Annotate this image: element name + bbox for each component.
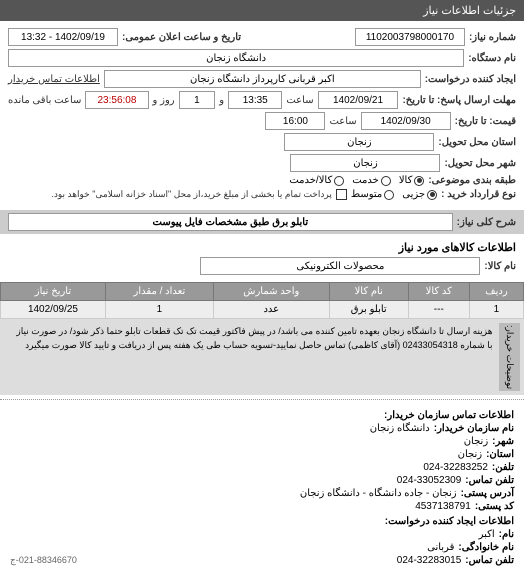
contact-city: زنجان	[464, 436, 488, 447]
creator-name: اکبر	[479, 529, 495, 540]
th-qty: تعداد / مقدار	[105, 283, 213, 301]
request-no-label: شماره نیاز:	[469, 32, 516, 43]
contact-section: اطلاعات تماس سازمان خریدار: نام سازمان خ…	[0, 404, 524, 574]
countdown-label: ساعت باقی مانده	[8, 95, 81, 106]
deadline-label: مهلت ارسال پاسخ: تا تاریخ:	[402, 95, 516, 106]
creator-field[interactable]: اکبر قربانی کارپرداز دانشگاه زنجان	[104, 70, 421, 88]
province-field[interactable]: زنجان	[284, 133, 434, 151]
announce-field[interactable]: 1402/09/19 - 13:32	[8, 28, 118, 46]
contact-postal: 4537138791	[415, 501, 471, 512]
contact-address: زنجان - جاده دانشگاه - دانشگاه زنجان	[300, 488, 457, 499]
request-no-field[interactable]: 1102003798000170	[355, 28, 465, 46]
org-label: نام دستگاه:	[468, 53, 516, 64]
days-remain-field[interactable]: 1	[179, 91, 216, 109]
goods-name-label: نام کالا:	[484, 261, 516, 272]
td-qty: 1	[105, 301, 213, 319]
price-time-field[interactable]: 16:00	[265, 112, 325, 130]
cat-service-label: خدمت	[352, 175, 379, 186]
contract-radio-group: جزیی متوسط	[351, 189, 437, 200]
td-unit: عدد	[213, 301, 329, 319]
announce-label: تاریخ و ساعت اعلان عمومی:	[122, 32, 241, 43]
cat-goods-service-radio[interactable]: کالا/خدمت	[289, 175, 344, 186]
category-radio-group: کالا خدمت کالا/خدمت	[289, 175, 424, 186]
need-title-field[interactable]: تابلو برق طبق مشخصات فایل پیوست	[8, 213, 453, 231]
creator-phone: 024-32283015	[397, 555, 462, 566]
th-no: ردیف	[469, 283, 523, 301]
radio-icon	[384, 190, 394, 200]
cat-goods-service-label: کالا/خدمت	[289, 175, 332, 186]
contact-org-label: نام سازمان خریدار:	[434, 423, 514, 434]
radio-icon	[334, 176, 344, 186]
contact-postal-label: کد پستی:	[475, 501, 514, 512]
contact-province: زنجان	[458, 449, 482, 460]
goods-table: ردیف کد کالا نام کالا واحد شمارش تعداد /…	[0, 282, 524, 319]
description-text: هزینه ارسال تا دانشگاه زنجان بعهده تامین…	[4, 323, 499, 391]
contract-label: نوع قرارداد خرید :	[441, 189, 516, 200]
goods-section-title: اطلاعات کالاهای مورد نیاز	[399, 242, 516, 254]
table-header-row: ردیف کد کالا نام کالا واحد شمارش تعداد /…	[1, 283, 524, 301]
description-label: توضیحات خریدار:	[499, 323, 521, 391]
full-payment-checkbox[interactable]	[336, 189, 347, 200]
creator-phone-label: تلفن تماس:	[465, 555, 514, 566]
contract-minor-label: جزیی	[402, 189, 425, 200]
footer-code: 021-88346670-ج	[10, 555, 77, 566]
th-unit: واحد شمارش	[213, 283, 329, 301]
td-no: 1	[469, 301, 523, 319]
contract-minor-radio[interactable]: جزیی	[402, 189, 437, 200]
buyer-contact-link[interactable]: اطلاعات تماس خریدار	[8, 74, 100, 85]
th-code: کد کالا	[408, 283, 469, 301]
contact-fax-label: تلفن تماس:	[465, 475, 514, 486]
days-remain-label: روز و	[153, 95, 175, 106]
goods-name-field[interactable]: محصولات الکترونیکی	[200, 257, 480, 275]
panel-title: جزئیات اطلاعات نیاز	[423, 5, 516, 17]
contact-province-label: استان:	[486, 449, 514, 460]
need-title-bar: شرح کلی نیاز: تابلو برق طبق مشخصات فایل …	[0, 210, 524, 234]
td-date: 1402/09/25	[1, 301, 106, 319]
deadline-date-field[interactable]: 1402/09/21	[318, 91, 399, 109]
th-name: نام کالا	[329, 283, 408, 301]
contact-phone-label: تلفن:	[492, 462, 514, 473]
cat-service-radio[interactable]: خدمت	[352, 175, 391, 186]
contract-medium-label: متوسط	[351, 189, 382, 200]
contact-section-title: اطلاعات تماس سازمان خریدار:	[10, 410, 514, 421]
need-title-label: شرح کلی نیاز:	[457, 217, 516, 228]
creator-family-label: نام خانوادگی:	[458, 542, 514, 553]
radio-selected-icon	[414, 176, 424, 186]
cat-goods-radio[interactable]: کالا	[399, 175, 425, 186]
category-label: طبقه بندی موضوعی:	[428, 175, 516, 186]
radio-icon	[381, 176, 391, 186]
price-label: قیمت: تا تاریخ:	[455, 116, 516, 127]
contact-org: دانشگاه زنجان	[370, 423, 430, 434]
creator-name-label: نام:	[499, 529, 514, 540]
contact-address-label: آدرس پستی:	[461, 488, 514, 499]
panel-header: جزئیات اطلاعات نیاز	[0, 0, 524, 21]
province-label: استان محل تحویل:	[438, 137, 516, 148]
cat-goods-label: کالا	[399, 175, 413, 186]
description-box: توضیحات خریدار: هزینه ارسال تا دانشگاه ز…	[0, 319, 524, 395]
contact-city-label: شهر:	[492, 436, 514, 447]
countdown-field: 23:56:08	[85, 91, 148, 109]
time-label-1: ساعت	[286, 95, 313, 106]
price-date-field[interactable]: 1402/09/30	[361, 112, 451, 130]
time-label-2: ساعت	[329, 116, 356, 127]
td-code: ---	[408, 301, 469, 319]
creator-label: ایجاد کننده درخواست:	[425, 74, 516, 85]
org-field[interactable]: دانشگاه زنجان	[8, 49, 464, 67]
contract-medium-radio[interactable]: متوسط	[351, 189, 394, 200]
and-label: و	[219, 95, 224, 106]
contact-phone: 024-32283252	[423, 462, 488, 473]
th-date: تاریخ نیاز	[1, 283, 106, 301]
table-row[interactable]: 1 --- تابلو برق عدد 1 1402/09/25	[1, 301, 524, 319]
city-field[interactable]: زنجان	[290, 154, 440, 172]
td-name: تابلو برق	[329, 301, 408, 319]
deadline-time-field[interactable]: 13:35	[228, 91, 282, 109]
full-payment-label: پرداخت تمام یا بخشی از مبلغ خرید،از محل …	[51, 189, 331, 200]
contact-fax: 024-33052309	[397, 475, 462, 486]
creator-section-title: اطلاعات ایجاد کننده درخواست:	[10, 516, 514, 527]
city-label: شهر محل تحویل:	[444, 158, 516, 169]
radio-selected-icon	[427, 190, 437, 200]
creator-family: قربانی	[427, 542, 454, 553]
